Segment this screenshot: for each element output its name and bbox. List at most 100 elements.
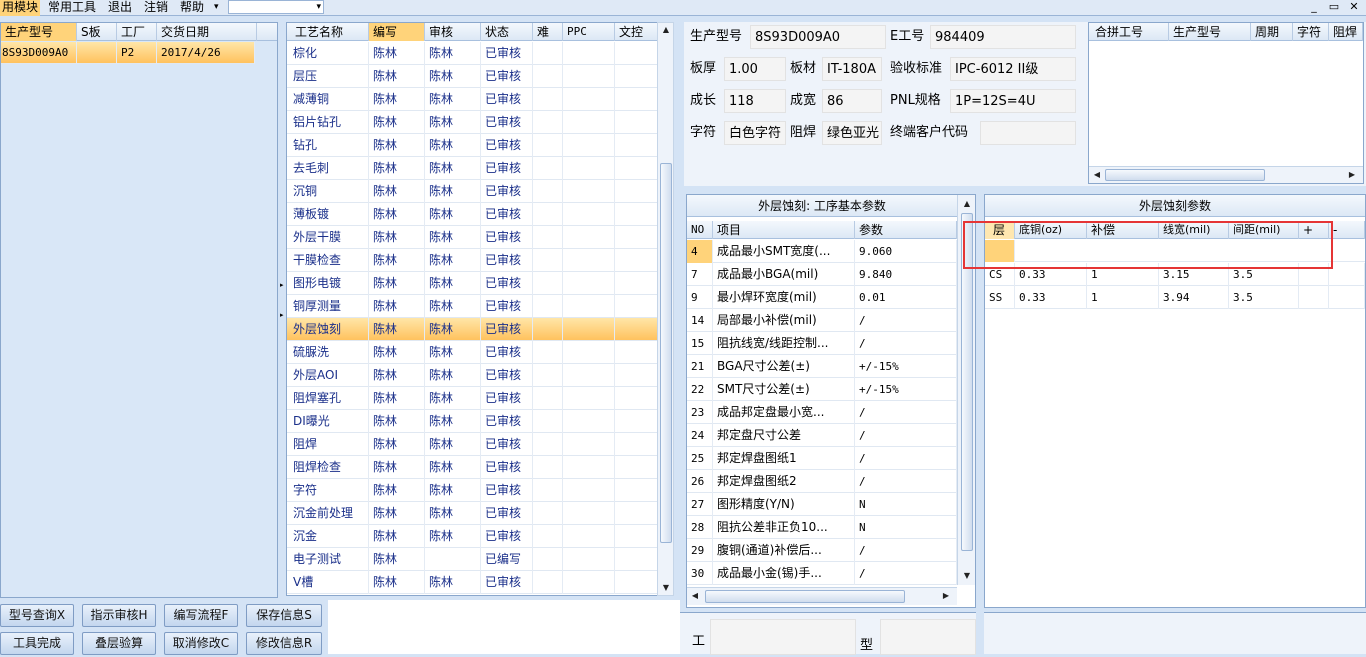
- param-row[interactable]: 21 BGA尺寸公差(±) +/-15%: [687, 355, 957, 378]
- process-row[interactable]: 干膜检查 陈林 陈林 已审核: [287, 249, 659, 272]
- col-item[interactable]: 项目: [713, 221, 855, 239]
- process-scroll-thumb[interactable]: [660, 163, 672, 543]
- bottom-field-b[interactable]: [880, 619, 976, 655]
- merge-hscrollbar[interactable]: ◀ ▶: [1089, 166, 1363, 183]
- process-row[interactable]: 薄板镀 陈林 陈林 已审核: [287, 203, 659, 226]
- col-period[interactable]: 周期: [1251, 23, 1293, 41]
- param-row[interactable]: 22 SMT尺寸公差(±) +/-15%: [687, 378, 957, 401]
- param-row[interactable]: 27 图形精度(Y/N) N: [687, 493, 957, 516]
- show-review-button[interactable]: 指示审核H: [82, 604, 156, 627]
- model-field[interactable]: 8S93D009A0: [750, 25, 886, 49]
- param-row[interactable]: 28 阻抗公差非正负10... N: [687, 516, 957, 539]
- material-field[interactable]: IT-180A: [822, 57, 882, 81]
- length-field[interactable]: 118: [724, 89, 786, 113]
- param-row[interactable]: 30 成品最小金(锡)手... /: [687, 562, 957, 585]
- char-field[interactable]: 白色字符: [724, 121, 786, 145]
- scroll-up-icon[interactable]: ▲: [660, 25, 672, 34]
- merge-hscroll-thumb[interactable]: [1105, 169, 1265, 181]
- close-icon[interactable]: ✕: [1346, 0, 1362, 14]
- thickness-field[interactable]: 1.00: [724, 57, 786, 81]
- scroll-up-icon[interactable]: ▲: [961, 199, 973, 208]
- col-mask[interactable]: 阻焊: [1329, 23, 1363, 41]
- width-field[interactable]: 86: [822, 89, 882, 113]
- process-row[interactable]: 层压 陈林 陈林 已审核: [287, 65, 659, 88]
- process-row[interactable]: 沉金 陈林 陈林 已审核: [287, 525, 659, 548]
- process-row[interactable]: 外层干膜 陈林 陈林 已审核: [287, 226, 659, 249]
- col-s-board[interactable]: S板: [77, 23, 117, 41]
- etch-row[interactable]: SS 0.33 1 3.94 3.5: [985, 286, 1365, 309]
- process-row[interactable]: V槽 陈林 陈林 已审核: [287, 571, 659, 594]
- process-row[interactable]: 硫脲洗 陈林 陈林 已审核: [287, 341, 659, 364]
- param-row[interactable]: 14 局部最小补偿(mil) /: [687, 309, 957, 332]
- cancel-edit-button[interactable]: 取消修改C: [164, 632, 238, 655]
- basic-hscroll-thumb[interactable]: [705, 590, 905, 603]
- process-row[interactable]: DI曝光 陈林 陈林 已审核: [287, 410, 659, 433]
- process-scrollbar[interactable]: ▲ ▼: [657, 22, 674, 596]
- col-minus[interactable]: -: [1329, 221, 1365, 239]
- col-reviewer[interactable]: 审核: [425, 23, 481, 41]
- restore-icon[interactable]: ▭: [1326, 0, 1342, 14]
- mask-field[interactable]: 绿色亚光: [822, 121, 882, 145]
- work-done-button[interactable]: 工具完成: [0, 632, 74, 655]
- process-row[interactable]: 减薄铜 陈林 陈林 已审核: [287, 88, 659, 111]
- bottom-field-a[interactable]: [710, 619, 856, 655]
- help-dropdown-arrow-icon[interactable]: ▾: [212, 0, 221, 16]
- col-factory[interactable]: 工厂: [117, 23, 157, 41]
- param-row[interactable]: 9 最小焊环宽度(mil) 0.01: [687, 286, 957, 309]
- standard-field[interactable]: IPC-6012 II级: [950, 57, 1076, 81]
- module-combobox[interactable]: ▾: [228, 0, 324, 14]
- col-author[interactable]: 编写: [369, 23, 425, 41]
- param-row[interactable]: 23 成品邦定盘最小宽... /: [687, 401, 957, 424]
- param-row[interactable]: 29 腹铜(通道)补偿后... /: [687, 539, 957, 562]
- process-row[interactable]: 阻焊塞孔 陈林 陈林 已审核: [287, 387, 659, 410]
- menu-logout[interactable]: 注销: [142, 0, 170, 16]
- scroll-down-icon[interactable]: ▼: [660, 583, 672, 592]
- param-row[interactable]: 7 成品最小BGA(mil) 9.840: [687, 263, 957, 286]
- param-row[interactable]: 4 成品最小SMT宽度(... 9.060: [687, 240, 957, 263]
- process-row[interactable]: 字符 陈林 陈林 已审核: [287, 479, 659, 502]
- model-query-button[interactable]: 型号查询X: [0, 604, 74, 627]
- scroll-down-icon[interactable]: ▼: [961, 571, 973, 580]
- menu-common-tools[interactable]: 常用工具: [46, 0, 98, 16]
- col-ppc[interactable]: PPC: [563, 23, 615, 41]
- process-row[interactable]: 铝片钻孔 陈林 陈林 已审核: [287, 111, 659, 134]
- process-row[interactable]: 外层AOI 陈林 陈林 已审核: [287, 364, 659, 387]
- menu-modules[interactable]: 用模块: [0, 0, 40, 16]
- customer-field[interactable]: [980, 121, 1076, 145]
- col-model[interactable]: 生产型号: [1, 23, 77, 41]
- process-row[interactable]: 图形电镀 陈林 陈林 已审核: [287, 272, 659, 295]
- menu-exit[interactable]: 退出: [106, 0, 134, 16]
- eno-field[interactable]: 984409: [930, 25, 1076, 49]
- process-row[interactable]: 铜厚测量 陈林 陈林 已审核: [287, 295, 659, 318]
- model-row[interactable]: 8S93D009A0 P2 2017/4/26: [1, 42, 255, 64]
- param-row[interactable]: 25 邦定焊盘图纸1/: [687, 447, 957, 470]
- col-doc-control[interactable]: 文控: [615, 23, 659, 41]
- scroll-right-icon[interactable]: ▶: [1347, 170, 1357, 179]
- col-delivery-date[interactable]: 交货日期: [157, 23, 257, 41]
- param-row[interactable]: 26 邦定焊盘图纸2/: [687, 470, 957, 493]
- scroll-right-icon[interactable]: ▶: [941, 591, 951, 600]
- col-char[interactable]: 字符: [1293, 23, 1329, 41]
- process-row[interactable]: 沉金前处理 陈林 陈林 已审核: [287, 502, 659, 525]
- param-row[interactable]: 24 邦定盘尺寸公差 /: [687, 424, 957, 447]
- col-merge-no[interactable]: 合拼工号: [1089, 23, 1169, 41]
- scroll-left-icon[interactable]: ◀: [1092, 170, 1102, 179]
- process-row[interactable]: 钻孔 陈林 陈林 已审核: [287, 134, 659, 157]
- pnl-field[interactable]: 1P=12S=4U: [950, 89, 1076, 113]
- scroll-left-icon[interactable]: ◀: [690, 591, 700, 600]
- process-row[interactable]: 外层蚀刻 陈林 陈林 已审核: [287, 318, 659, 341]
- menu-help[interactable]: 帮助: [178, 0, 206, 16]
- save-info-button[interactable]: 保存信息S: [246, 604, 322, 627]
- process-row[interactable]: 电子测试 陈林 已编写: [287, 548, 659, 571]
- splitter-handle[interactable]: ▸ ▸: [280, 270, 284, 340]
- process-row[interactable]: 去毛刺 陈林 陈林 已审核: [287, 157, 659, 180]
- process-row[interactable]: 阻焊检查 陈林 陈林 已审核: [287, 456, 659, 479]
- basic-params-hscrollbar[interactable]: ◀ ▶: [687, 587, 957, 605]
- col-merge-model[interactable]: 生产型号: [1169, 23, 1251, 41]
- edit-flow-button[interactable]: 编写流程F: [164, 604, 238, 627]
- param-row[interactable]: 15 阻抗线宽/线距控制... /: [687, 332, 957, 355]
- process-row[interactable]: 阻焊 陈林 陈林 已审核: [287, 433, 659, 456]
- col-status[interactable]: 状态: [481, 23, 533, 41]
- stack-calc-button[interactable]: 叠层验算: [82, 632, 156, 655]
- col-process-name[interactable]: 工艺名称: [287, 23, 369, 41]
